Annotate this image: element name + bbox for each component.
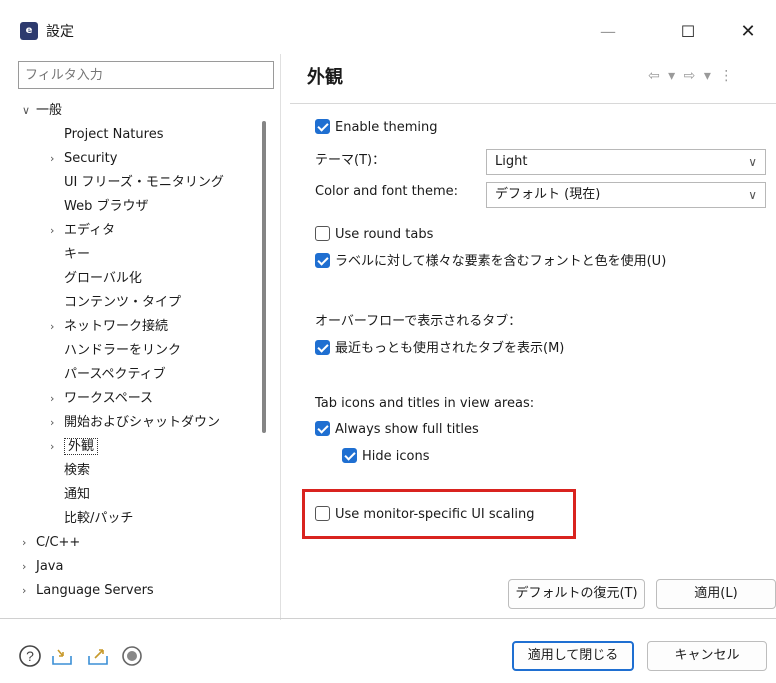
- tree-item-label: Java: [36, 559, 64, 574]
- minimize-icon[interactable]: —: [588, 16, 628, 48]
- checkbox-checked-icon[interactable]: [315, 252, 330, 268]
- tree-item[interactable]: パースペクティブ: [50, 363, 166, 387]
- tree-item-label: キー: [64, 247, 91, 262]
- tree-scrollbar[interactable]: [262, 121, 266, 433]
- chevron-right-icon[interactable]: ›: [50, 435, 64, 459]
- chevron-right-icon[interactable]: ›: [50, 387, 64, 411]
- checkbox-checked-icon[interactable]: [315, 118, 330, 134]
- header-divider: [290, 103, 776, 104]
- tab-icons-section-label: Tab icons and titles in view areas:: [315, 396, 535, 411]
- tree-item-label: エディタ: [64, 223, 116, 238]
- maximize-icon[interactable]: ☐: [668, 16, 708, 48]
- tree-item[interactable]: › ワークスペース: [50, 387, 153, 411]
- theme-label: テーマ(T)：: [315, 153, 386, 168]
- checkbox-unchecked-icon[interactable]: [315, 505, 330, 521]
- chevron-right-icon[interactable]: ›: [22, 531, 36, 555]
- checkbox-unchecked-icon[interactable]: [315, 225, 330, 241]
- svg-text:?: ?: [26, 648, 34, 664]
- tree-item[interactable]: › 外観: [50, 435, 99, 459]
- tree-item-label: コンテンツ・タイプ: [64, 295, 182, 310]
- tree-item[interactable]: › Java: [22, 555, 63, 579]
- cancel-button[interactable]: キャンセル: [647, 641, 767, 671]
- tree-item-label: 比較/パッチ: [64, 511, 134, 526]
- tree-item-label: ハンドラーをリンク: [64, 343, 182, 358]
- tree-item-label: Language Servers: [36, 583, 154, 598]
- apply-and-close-button[interactable]: 適用して閉じる: [512, 641, 634, 671]
- record-icon[interactable]: [120, 644, 144, 668]
- chevron-right-icon[interactable]: ›: [50, 147, 64, 171]
- chevron-right-icon[interactable]: ›: [22, 579, 36, 603]
- tree-item-label: Web ブラウザ: [64, 199, 149, 214]
- help-icon[interactable]: ?: [18, 644, 42, 668]
- checkbox-checked-icon[interactable]: [342, 447, 357, 463]
- tree-item[interactable]: › Security: [50, 147, 117, 171]
- tree-item-label: Project Natures: [64, 127, 164, 142]
- tree-item-label: パースペクティブ: [64, 367, 166, 382]
- tree-item[interactable]: › Language Servers: [22, 579, 154, 603]
- enable-theming-checkbox[interactable]: Enable theming: [315, 118, 438, 138]
- round-tabs-checkbox[interactable]: Use round tabs: [315, 225, 433, 245]
- footer-divider: [0, 618, 776, 619]
- tree-item[interactable]: 比較/パッチ: [50, 507, 133, 531]
- monitor-scaling-checkbox[interactable]: Use monitor-specific UI scaling: [315, 505, 534, 525]
- tree-item-label: ネットワーク接続: [64, 319, 169, 334]
- panel-splitter[interactable]: [280, 54, 281, 620]
- eclipse-app-icon: e: [20, 22, 38, 40]
- tree-item-label: 検索: [64, 463, 91, 478]
- filter-input[interactable]: [18, 61, 274, 89]
- tree-item-label: グローバル化: [64, 271, 142, 286]
- chevron-down-icon: ∨: [748, 155, 757, 169]
- tree-item[interactable]: ハンドラーをリンク: [50, 339, 181, 363]
- chevron-right-icon[interactable]: ›: [50, 411, 64, 435]
- tree-item[interactable]: グローバル化: [50, 267, 142, 291]
- checkbox-checked-icon[interactable]: [315, 339, 330, 355]
- tree-item-label: ワークスペース: [64, 391, 154, 406]
- tree-item[interactable]: 検索: [50, 459, 90, 483]
- tree-item-label: C/C++: [36, 535, 81, 550]
- tree-item-label: 一般: [36, 103, 63, 118]
- checkbox-checked-icon[interactable]: [315, 420, 330, 436]
- tree-item[interactable]: Web ブラウザ: [50, 195, 148, 219]
- overflow-section-label: オーバーフローで表示されるタブ：: [315, 314, 522, 329]
- chevron-right-icon[interactable]: ›: [22, 555, 36, 579]
- tree-item[interactable]: › 開始およびシャットダウン: [50, 411, 220, 435]
- apply-button[interactable]: 適用(L): [656, 579, 776, 609]
- chevron-down-icon[interactable]: ∨: [22, 99, 36, 123]
- tree-item-label: UI フリーズ・モニタリング: [64, 175, 224, 190]
- chevron-down-icon: ∨: [748, 188, 757, 202]
- chevron-right-icon[interactable]: ›: [50, 219, 64, 243]
- tree-item-label: 通知: [64, 487, 91, 502]
- color-font-theme-select[interactable]: デフォルト (現在) ∨: [486, 182, 766, 208]
- full-titles-checkbox[interactable]: Always show full titles: [315, 420, 479, 440]
- history-nav-icons[interactable]: ⇦ ▾ ⇨ ▾ ⋮: [648, 68, 735, 84]
- tree-item-label: Security: [64, 151, 118, 166]
- tree-item[interactable]: ∨ 一般: [22, 99, 62, 123]
- tree-item[interactable]: キー: [50, 243, 90, 267]
- close-icon[interactable]: ✕: [728, 16, 768, 48]
- recent-tabs-checkbox[interactable]: 最近もっとも使用されたタブを表示(M): [315, 339, 564, 359]
- color-font-theme-label: Color and font theme:: [315, 184, 459, 199]
- import-icon[interactable]: [50, 644, 74, 668]
- export-icon[interactable]: [86, 644, 110, 668]
- tree-item[interactable]: › C/C++: [22, 531, 80, 555]
- tree-item-label: 外観: [64, 438, 99, 455]
- tree-item[interactable]: 通知: [50, 483, 90, 507]
- page-title: 外観: [307, 67, 343, 88]
- tree-item[interactable]: コンテンツ・タイプ: [50, 291, 181, 315]
- restore-defaults-button[interactable]: デフォルトの復元(T): [508, 579, 645, 609]
- window-title: 設定: [46, 24, 74, 40]
- mixed-fonts-checkbox[interactable]: ラベルに対して様々な要素を含むフォントと色を使用(U): [315, 252, 666, 272]
- tree-item[interactable]: › ネットワーク接続: [50, 315, 168, 339]
- chevron-right-icon[interactable]: ›: [50, 315, 64, 339]
- hide-icons-checkbox[interactable]: Hide icons: [342, 447, 430, 467]
- tree-item[interactable]: Project Natures: [50, 123, 163, 147]
- theme-select[interactable]: Light ∨: [486, 149, 766, 175]
- tree-item[interactable]: UI フリーズ・モニタリング: [50, 171, 224, 195]
- title-bar: e 設定 — ☐ ✕: [0, 0, 776, 66]
- tree-item[interactable]: › エディタ: [50, 219, 115, 243]
- preferences-tree: ∨ 一般 Project Natures › Security UI フリーズ・モニタリン…: [18, 99, 262, 613]
- tree-item-label: 開始およびシャットダウン: [64, 415, 221, 430]
